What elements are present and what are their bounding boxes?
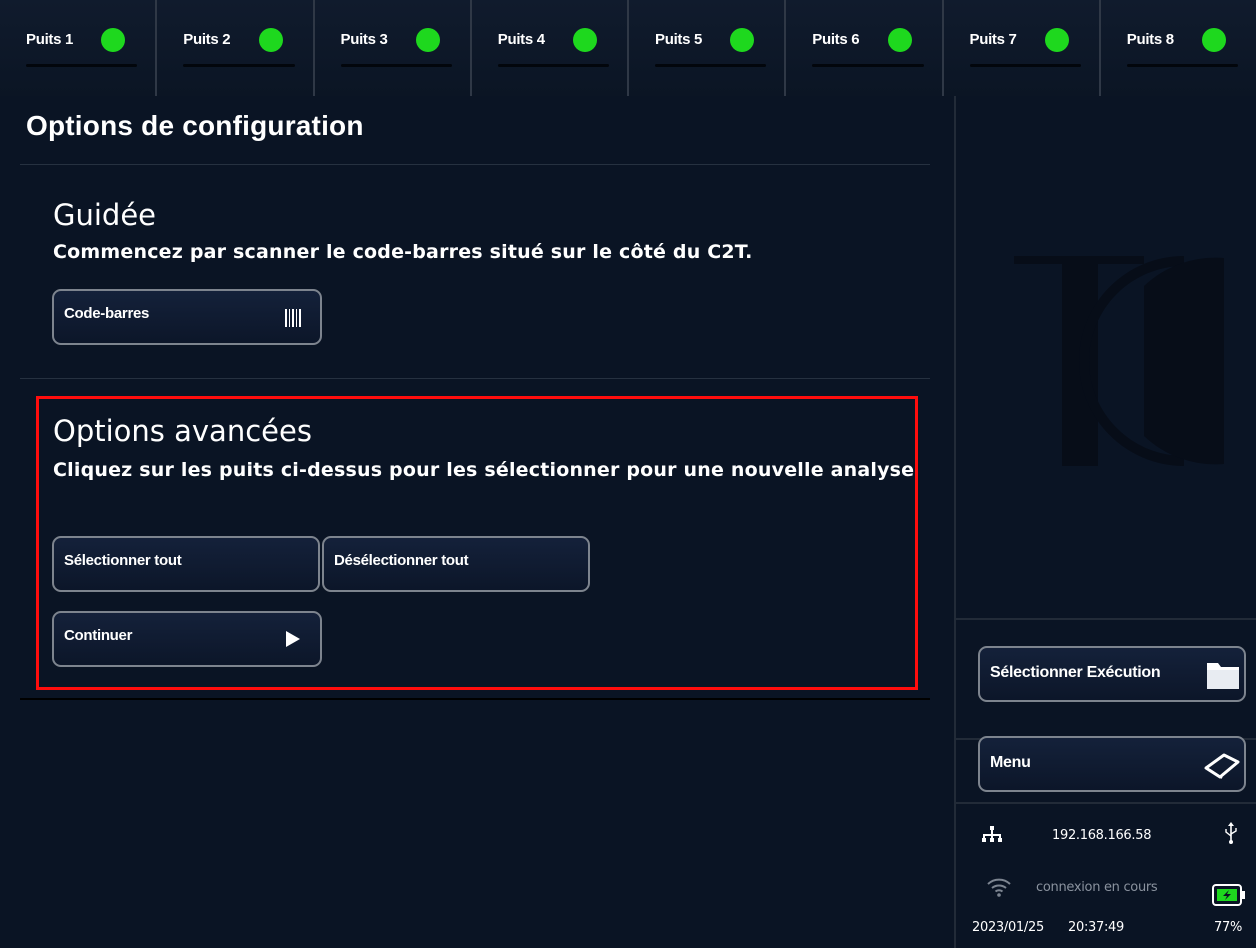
continue-button[interactable]: Continuer: [52, 611, 322, 667]
well-progress-bar: [183, 64, 295, 67]
tab-well-7[interactable]: Puits 7: [943, 0, 1101, 96]
play-icon: [286, 631, 300, 647]
advanced-section-description: Cliquez sur les puits ci-dessus pour les…: [53, 459, 915, 481]
well-status-indicator: [1202, 28, 1226, 52]
wifi-status-text: connexion en cours: [1036, 880, 1158, 895]
tab-well-5[interactable]: Puits 5: [629, 0, 787, 96]
network-icon: [982, 826, 1002, 842]
menu-button-label: Menu: [990, 754, 1031, 771]
guided-section-description: Commencez par scanner le code-barres sit…: [53, 241, 753, 263]
divider: [20, 698, 930, 700]
tab-well-3[interactable]: Puits 3: [314, 0, 472, 96]
well-progress-bar: [497, 64, 609, 67]
tab-well-1[interactable]: Puits 1: [0, 0, 158, 96]
divider: [20, 378, 930, 379]
tab-well-2[interactable]: Puits 2: [157, 0, 315, 96]
well-progress-bar: [340, 64, 452, 67]
divider: [20, 164, 930, 165]
wifi-icon: [987, 878, 1011, 897]
usb-icon: [1225, 822, 1237, 844]
tab-well-label: Puits 7: [969, 31, 1017, 48]
well-status-indicator: [887, 28, 912, 52]
tab-well-label: Puits 4: [497, 31, 545, 48]
sidebar-divider: [956, 618, 1256, 620]
menu-button[interactable]: Menu: [978, 736, 1246, 792]
barcode-button[interactable]: Code-barres: [52, 289, 322, 345]
guided-section-title: Guidée: [53, 198, 157, 232]
book-icon: [1204, 753, 1240, 779]
well-progress-bar: [969, 64, 1081, 67]
tab-well-4[interactable]: Puits 4: [471, 0, 629, 96]
well-status-indicator: [730, 28, 755, 52]
continue-button-label: Continuer: [64, 627, 133, 644]
well-tab-bar: Puits 1 Puits 2 Puits 3 Puits 4 Puits 5 …: [0, 0, 1256, 96]
current-time: 20:37:49: [1068, 920, 1124, 935]
tab-well-6[interactable]: Puits 6: [786, 0, 944, 96]
network-status-row: 192.168.166.58: [956, 818, 1256, 848]
well-progress-bar: [655, 64, 767, 67]
ip-address: 192.168.166.58: [1052, 828, 1152, 843]
barcode-button-label: Code-barres: [64, 305, 150, 322]
select-run-button-label: Sélectionner Exécution: [990, 664, 1161, 681]
datetime-row: 2023/01/25 20:37:49 77%: [956, 914, 1256, 942]
current-date: 2023/01/25: [972, 920, 1044, 935]
select-all-button[interactable]: Sélectionner tout: [52, 536, 320, 592]
well-status-indicator: [258, 28, 283, 52]
well-status-indicator: [573, 28, 597, 52]
well-status-indicator: [1044, 28, 1069, 52]
advanced-section-title: Options avancées: [53, 414, 312, 448]
brand-logo-icon: [1014, 256, 1224, 466]
tab-well-label: Puits 6: [812, 31, 860, 48]
tab-well-label: Puits 2: [183, 31, 231, 48]
select-run-button[interactable]: Sélectionner Exécution: [978, 646, 1246, 702]
select-all-button-label: Sélectionner tout: [64, 552, 182, 569]
battery-icon: [1212, 884, 1245, 906]
well-status-indicator: [101, 28, 126, 52]
folder-icon: [1207, 663, 1239, 689]
well-progress-bar: [26, 64, 138, 67]
barcode-icon: [285, 309, 301, 327]
battery-level: 77%: [1214, 920, 1242, 935]
deselect-all-button[interactable]: Désélectionner tout: [322, 536, 590, 592]
well-status-indicator: [415, 28, 440, 52]
sidebar-divider: [956, 802, 1256, 804]
well-progress-bar: [812, 64, 924, 67]
tab-well-label: Puits 8: [1126, 31, 1174, 48]
page-title: Options de configuration: [26, 110, 364, 141]
tab-well-8[interactable]: Puits 8: [1100, 0, 1256, 96]
tab-well-label: Puits 5: [655, 31, 703, 48]
tab-well-label: Puits 1: [26, 31, 74, 48]
deselect-all-button-label: Désélectionner tout: [334, 552, 469, 569]
tab-well-label: Puits 3: [340, 31, 388, 48]
sidebar: Sélectionner Exécution Menu 192.168.166.…: [954, 96, 1256, 948]
well-progress-bar: [1126, 64, 1238, 67]
wifi-status-row: connexion en cours: [956, 872, 1256, 906]
main-panel: Options de configuration Guidée Commence…: [0, 96, 952, 948]
